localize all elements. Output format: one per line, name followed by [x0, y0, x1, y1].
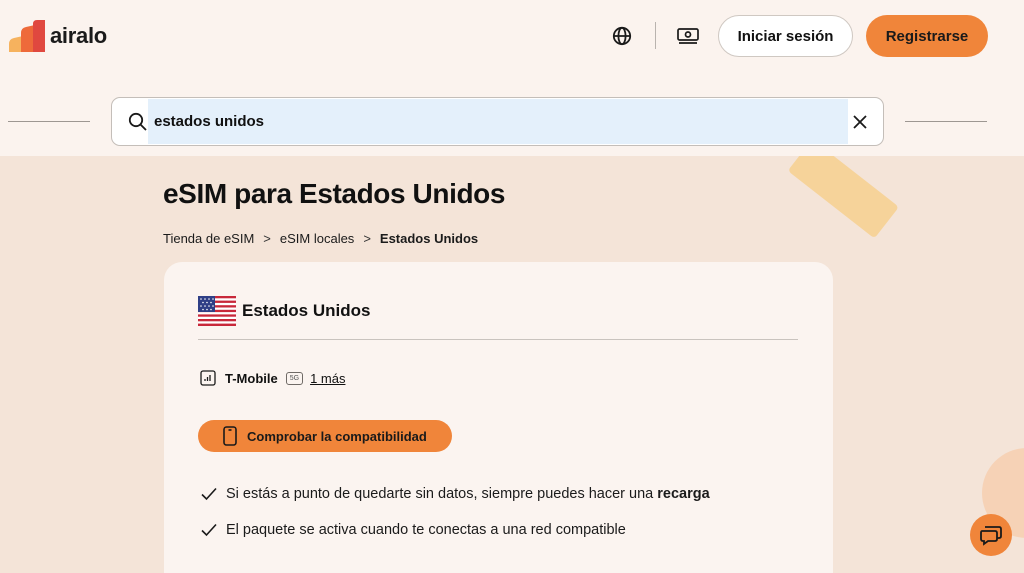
breadcrumb-separator: >: [263, 231, 271, 246]
search-box[interactable]: [111, 97, 884, 146]
login-button[interactable]: Iniciar sesión: [718, 15, 853, 57]
airalo-logo-icon: [9, 20, 45, 52]
search-input[interactable]: [148, 99, 848, 144]
chat-support-icon[interactable]: [970, 514, 1012, 556]
currency-icon[interactable]: [676, 24, 700, 48]
checkmark-icon: [201, 487, 217, 501]
more-operators-link[interactable]: 1 más: [310, 371, 345, 386]
feature-item-activation: El paquete se activa cuando te conectas …: [200, 521, 626, 539]
checkmark-icon: [201, 523, 217, 537]
globe-icon[interactable]: [610, 24, 634, 48]
operator-row: T-Mobile 5G 1 más: [200, 370, 345, 386]
page-title: eSIM para Estados Unidos: [163, 178, 506, 209]
feature-item-topup: Si estás a punto de quedarte sin datos, …: [200, 485, 710, 503]
search-right-rule: [905, 121, 987, 122]
breadcrumb: Tienda de eSIM > eSIM locales > Estados …: [163, 231, 478, 246]
signal-icon: [200, 370, 216, 386]
feature-text: El paquete se activa cuando te conectas …: [226, 522, 626, 538]
airalo-logo[interactable]: airalo: [9, 20, 107, 52]
search-icon: [128, 112, 147, 131]
close-icon[interactable]: [849, 111, 871, 133]
feature-text: Si estás a punto de quedarte sin datos, …: [226, 486, 654, 502]
header-divider: [655, 22, 656, 49]
search-left-rule: [8, 121, 90, 122]
breadcrumb-store[interactable]: Tienda de eSIM: [163, 231, 254, 246]
logo-text: airalo: [50, 23, 107, 48]
top-header: airalo Iniciar sesión Registrarse: [0, 0, 1024, 156]
card-divider: [198, 339, 798, 340]
topup-link[interactable]: recarga: [657, 486, 709, 502]
phone-icon: [223, 426, 237, 446]
country-name: Estados Unidos: [242, 301, 371, 320]
breadcrumb-separator: >: [363, 231, 371, 246]
us-flag-icon: [198, 296, 236, 326]
check-compatibility-label: Comprobar la compatibilidad: [247, 428, 427, 444]
check-compatibility-button[interactable]: Comprobar la compatibilidad: [198, 420, 452, 452]
breadcrumb-current: Estados Unidos: [379, 231, 479, 246]
register-button[interactable]: Registrarse: [866, 15, 988, 57]
breadcrumb-local-esims[interactable]: eSIM locales: [280, 231, 354, 246]
operator-name: T-Mobile: [225, 370, 278, 386]
network-badge: 5G: [285, 371, 304, 385]
country-card: Estados Unidos T-Mobile 5G 1 más Comprob…: [164, 262, 833, 573]
